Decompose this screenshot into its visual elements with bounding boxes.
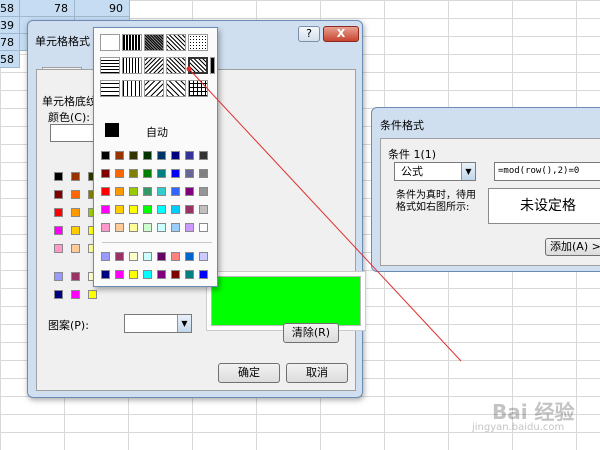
annotation-line bbox=[188, 68, 462, 362]
watermark-brand: Bai 经验 bbox=[492, 400, 575, 424]
annotation-arrow bbox=[186, 66, 462, 362]
watermark: Bai 经验 jingyan.baidu.com bbox=[458, 394, 598, 444]
watermark-url: jingyan.baidu.com bbox=[472, 422, 565, 433]
annotation-dot bbox=[186, 66, 192, 72]
